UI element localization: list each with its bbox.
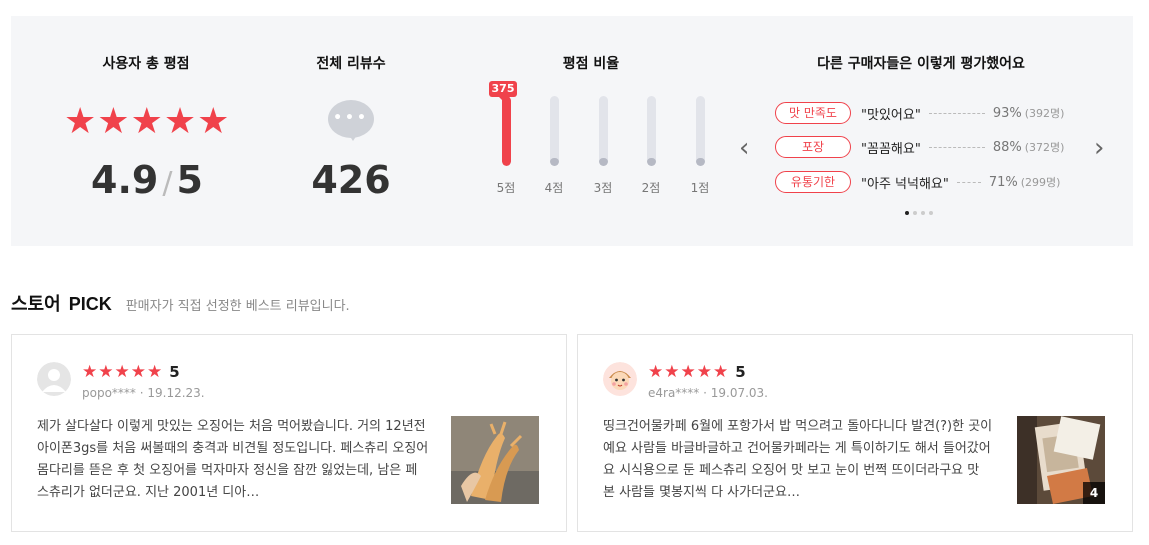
store-pick-description: 판매자가 직접 선정한 베스트 리뷰입니다. <box>125 299 350 314</box>
rating-bar-label: 1점 <box>690 181 710 195</box>
rating-bar-track <box>550 96 559 166</box>
eval-pager <box>905 211 933 215</box>
avg-rating-value: 4.9 / 5 <box>91 158 203 202</box>
star-icon: ★ <box>648 361 664 382</box>
avg-rating-max: 5 <box>176 158 203 202</box>
rating-bar-track <box>647 96 656 166</box>
rating-bar-fill <box>599 157 608 166</box>
avatar <box>37 362 71 396</box>
store-pick-title-pick: PICK <box>68 294 112 314</box>
star-icon: ★ <box>114 361 130 382</box>
store-pick-title: 스토어 <box>11 294 61 315</box>
rating-bar-label: 4점 <box>544 181 564 195</box>
star-icon: ★ <box>696 361 712 382</box>
review-photo[interactable] <box>451 416 539 504</box>
eval-count: (299명) <box>1020 176 1061 189</box>
avatar <box>603 362 637 396</box>
eval-percent: 93% <box>992 105 1022 121</box>
store-pick-header: 스토어 PICK 판매자가 직접 선정한 베스트 리뷰입니다. <box>11 290 350 316</box>
avg-rating-number: 4.9 <box>91 158 159 202</box>
eval-divider <box>956 181 981 183</box>
review-rating: ★ ★ ★ ★ ★ 5 <box>648 363 746 381</box>
eval-percent: 71% <box>988 174 1018 190</box>
star-icon: ★ <box>98 361 114 382</box>
buyer-eval-row: 맛 만족도 "맛있어요" 93% (392명) <box>775 102 1064 124</box>
buyer-eval-title: 다른 구매자들은 이렇게 평가했어요 <box>817 56 1025 72</box>
photo-count-badge: 4 <box>1083 482 1105 504</box>
eval-count: (392명) <box>1024 107 1065 120</box>
review-rating: ★ ★ ★ ★ ★ 5 <box>82 363 180 381</box>
star-icon: ★ <box>64 101 97 142</box>
rating-bar-count-badge: 375 <box>489 81 517 101</box>
rating-bar-fill <box>647 157 656 166</box>
rating-bar-fill <box>502 96 511 166</box>
star-icon: ★ <box>97 101 130 142</box>
slash-divider: / <box>162 166 173 201</box>
star-icon: ★ <box>713 361 729 382</box>
avg-rating-title: 사용자 총 평점 <box>102 56 190 72</box>
chevron-left-icon[interactable]: ‹ <box>739 135 749 161</box>
pager-dot[interactable] <box>913 211 917 215</box>
speech-bubble-icon: ••• <box>328 100 374 141</box>
star-icon: ★ <box>147 361 163 382</box>
rating-bar-fill <box>696 157 705 166</box>
buyer-eval-row: 유통기한 "아주 넉넉해요" 71% (299명) <box>775 171 1060 193</box>
eval-tag[interactable]: 유통기한 <box>775 171 851 193</box>
star-icon: ★ <box>130 101 163 142</box>
eval-count: (372명) <box>1024 141 1065 154</box>
review-photo[interactable]: 4 <box>1017 416 1105 504</box>
review-text[interactable]: 제가 살다살다 이렇게 맛있는 오징어는 처음 먹어봤습니다. 거의 12년전 … <box>37 416 429 504</box>
rating-bar-label: 5점 <box>496 181 516 195</box>
star-icon: ★ <box>664 361 680 382</box>
pager-dot[interactable] <box>929 211 933 215</box>
eval-quote: "맛있어요" <box>861 107 921 123</box>
rating-bar-fill <box>550 157 559 166</box>
review-card[interactable]: ★ ★ ★ ★ ★ 5 popo**** · 19.12.23. 제가 살다살다… <box>11 334 567 532</box>
eval-quote: "아주 넉넉해요" <box>861 176 949 192</box>
rating-bar-label: 2점 <box>641 181 661 195</box>
eval-percent: 88% <box>992 139 1022 155</box>
star-icon: ★ <box>197 101 230 142</box>
review-score: 5 <box>735 363 746 381</box>
review-text[interactable]: 띵크건어물카페 6월에 포항가서 밥 먹으려고 돌아다니다 발견(?)한 곳이예… <box>603 416 995 504</box>
rating-ratio-title: 평점 비율 <box>562 56 620 72</box>
star-icon: ★ <box>680 361 696 382</box>
review-score: 5 <box>169 363 180 381</box>
review-meta: popo**** · 19.12.23. <box>82 386 205 400</box>
star-icon: ★ <box>163 101 197 142</box>
buyer-eval-row: 포장 "꼼꼼해요" 88% (372명) <box>775 136 1064 158</box>
eval-divider <box>928 146 985 148</box>
total-reviews-title: 전체 리뷰수 <box>316 56 386 72</box>
review-card[interactable]: ★ ★ ★ ★ ★ 5 e4ra**** · 19.07.03. 띵크건어물카페… <box>577 334 1133 532</box>
review-meta: e4ra**** · 19.07.03. <box>648 386 768 400</box>
star-icon: ★ <box>82 361 98 382</box>
rating-bar-label: 3점 <box>593 181 613 195</box>
avg-rating-stars: ★ ★ ★ ★ ★ <box>64 104 229 140</box>
rating-bar-track <box>599 96 608 166</box>
rating-bar-track <box>696 96 705 166</box>
review-summary-panel: 사용자 총 평점 ★ ★ ★ ★ ★ 4.9 / 5 전체 리뷰수 ••• 42… <box>11 16 1133 246</box>
eval-tag[interactable]: 포장 <box>775 136 851 158</box>
total-reviews-count: 426 <box>311 158 391 202</box>
eval-divider <box>928 112 985 114</box>
chevron-right-icon[interactable]: › <box>1094 135 1104 161</box>
star-icon: ★ <box>130 361 146 382</box>
pager-dot[interactable] <box>921 211 925 215</box>
eval-quote: "꼼꼼해요" <box>861 141 921 157</box>
pager-dot[interactable] <box>905 211 909 215</box>
eval-tag[interactable]: 맛 만족도 <box>775 102 851 124</box>
rating-bar-track <box>502 96 511 166</box>
